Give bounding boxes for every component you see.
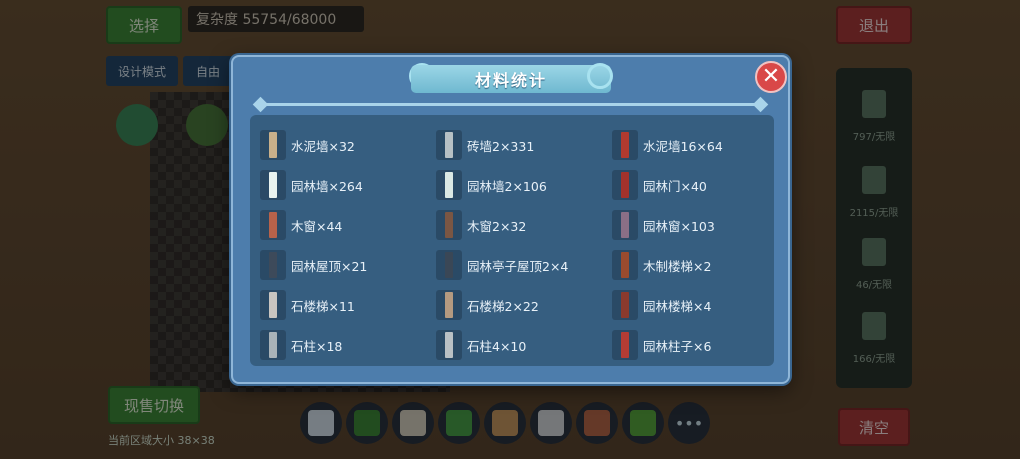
- stone-stairs-icon: [260, 290, 286, 320]
- materials-panel: 水泥墙×32 砖墙2×331 水泥墙16×64 园林墙×264 园林墙2×106 园林门×…: [250, 115, 774, 366]
- dialog-title-banner: 材料统计: [411, 65, 611, 93]
- material-label: 石柱×18: [291, 338, 343, 354]
- cement-wall-icon: [612, 130, 638, 160]
- material-item: 园林墙×264: [260, 165, 436, 205]
- material-item: 木窗×44: [260, 205, 436, 245]
- material-item: 木窗2×32: [436, 205, 612, 245]
- material-label: 园林墙×264: [291, 178, 363, 194]
- material-stats-dialog: 材料统计 ✕ 水泥墙×32 砖墙2×331 水泥墙16×64 园林墙×264 园林墙2×…: [231, 55, 790, 384]
- material-label: 园林亭子屋顶2×4: [467, 258, 569, 274]
- material-item: 石楼梯×11: [260, 285, 436, 325]
- stone-pillar-icon: [260, 330, 286, 360]
- material-label: 石楼梯2×22: [467, 298, 539, 314]
- material-item: 石柱×18: [260, 325, 436, 365]
- close-button[interactable]: ✕: [755, 61, 787, 93]
- close-icon: ✕: [761, 64, 781, 89]
- cement-wall-icon: [260, 130, 286, 160]
- pavilion-roof-icon: [436, 250, 462, 280]
- brick-wall-icon: [436, 130, 462, 160]
- material-item: 园林楼梯×4: [612, 285, 770, 325]
- material-label: 木制楼梯×2: [643, 258, 712, 274]
- material-item: 园林柱子×6: [612, 325, 770, 365]
- stone-pillar-icon: [436, 330, 462, 360]
- material-label: 石楼梯×11: [291, 298, 355, 314]
- material-label: 园林墙2×106: [467, 178, 547, 194]
- stone-stairs-icon: [436, 290, 462, 320]
- material-label: 园林门×40: [643, 178, 707, 194]
- material-item: 水泥墙×32: [260, 125, 436, 165]
- garden-wall-icon: [436, 170, 462, 200]
- material-label: 园林柱子×6: [643, 338, 712, 354]
- garden-wall-icon: [260, 170, 286, 200]
- material-item: 石柱4×10: [436, 325, 612, 365]
- material-item: 砖墙2×331: [436, 125, 612, 165]
- material-item: 水泥墙16×64: [612, 125, 770, 165]
- material-item: 园林墙2×106: [436, 165, 612, 205]
- material-label: 园林屋顶×21: [291, 258, 368, 274]
- material-item: 园林窗×103: [612, 205, 770, 245]
- wood-window-icon: [260, 210, 286, 240]
- materials-grid: 水泥墙×32 砖墙2×331 水泥墙16×64 园林墙×264 园林墙2×106 园林门×…: [260, 125, 770, 365]
- material-label: 水泥墙16×64: [643, 138, 723, 154]
- material-item: 园林门×40: [612, 165, 770, 205]
- material-label: 石柱4×10: [467, 338, 527, 354]
- material-label: 木窗×44: [291, 218, 343, 234]
- wood-window-icon: [436, 210, 462, 240]
- title-divider: [261, 103, 761, 106]
- material-label: 砖墙2×331: [467, 138, 535, 154]
- material-item: 木制楼梯×2: [612, 245, 770, 285]
- ornament-right-icon: [587, 63, 613, 89]
- wood-stairs-icon: [612, 250, 638, 280]
- garden-pillar-icon: [612, 330, 638, 360]
- dialog-title: 材料统计: [474, 71, 547, 90]
- material-item: 园林屋顶×21: [260, 245, 436, 285]
- garden-door-icon: [612, 170, 638, 200]
- material-item: 石楼梯2×22: [436, 285, 612, 325]
- material-label: 水泥墙×32: [291, 138, 355, 154]
- material-label: 园林楼梯×4: [643, 298, 712, 314]
- material-item: 园林亭子屋顶2×4: [436, 245, 612, 285]
- material-label: 木窗2×32: [467, 218, 527, 234]
- garden-stairs-icon: [612, 290, 638, 320]
- material-label: 园林窗×103: [643, 218, 715, 234]
- garden-roof-icon: [260, 250, 286, 280]
- garden-window-icon: [612, 210, 638, 240]
- divider-cap: [752, 96, 769, 113]
